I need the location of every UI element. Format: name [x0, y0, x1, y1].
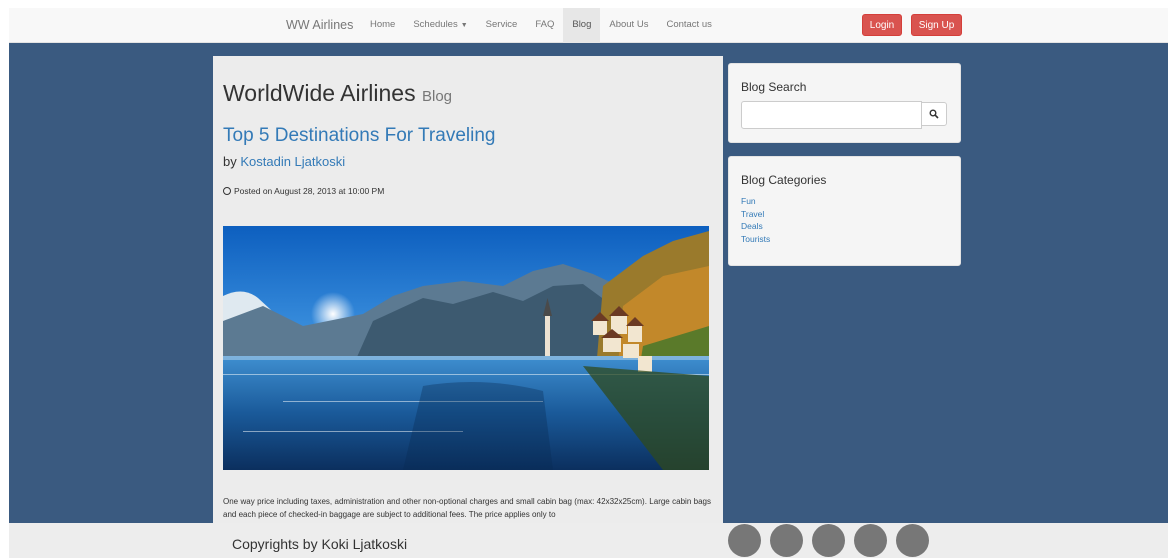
top-navbar: WW Airlines Home Schedules ▼ Service FAQ … — [9, 8, 1168, 43]
nav-item-schedules[interactable]: Schedules ▼ — [404, 8, 476, 43]
category-list: Fun Travel Deals Tourists — [741, 195, 770, 245]
search-button[interactable] — [921, 102, 947, 126]
copyright-text: Copyrights by Koki Ljatkoski — [232, 536, 408, 552]
nav-item-contact-us[interactable]: Contact us — [657, 8, 720, 43]
login-button[interactable]: Login — [862, 14, 902, 36]
blog-subtitle: Blog — [421, 88, 453, 105]
category-link-tourists[interactable]: Tourists — [741, 233, 770, 246]
category-link-fun[interactable]: Fun — [741, 195, 770, 208]
clock-icon — [223, 187, 231, 195]
byline-prefix: by — [223, 154, 237, 169]
blog-post-panel: WorldWide Airlines Blog Top 5 Destinatio… — [213, 56, 723, 523]
nav-item-label: FAQ — [535, 19, 555, 30]
sign-up-button[interactable]: Sign Up — [911, 14, 962, 36]
post-image-lake-village — [223, 226, 709, 470]
nav-item-label: Home — [370, 19, 396, 30]
nav-item-home[interactable]: Home — [361, 8, 404, 43]
post-date: Posted on August 28, 2013 at 10:00 PM — [223, 186, 384, 196]
post-excerpt: One way price including taxes, administr… — [223, 497, 711, 519]
nav-item-label: Contact us — [666, 19, 712, 30]
blog-search-input[interactable] — [741, 101, 922, 129]
category-link-deals[interactable]: Deals — [741, 220, 770, 233]
page-footer: Copyrights by Koki Ljatkoski — [9, 523, 1168, 558]
landscape-image — [223, 226, 709, 470]
nav-item-blog[interactable]: Blog — [563, 8, 601, 43]
nav-menu: Home Schedules ▼ Service FAQ Blog About U… — [361, 8, 721, 43]
nav-item-label: Blog — [572, 19, 592, 30]
social-icon-1[interactable] — [728, 524, 761, 557]
navbar-brand[interactable]: WW Airlines — [286, 18, 353, 32]
blog-categories-widget: Blog Categories Fun Travel Deals Tourist… — [728, 156, 961, 266]
blog-title-text: WorldWide Airlines — [223, 80, 416, 106]
post-title[interactable]: Top 5 Destinations For Traveling — [223, 125, 495, 147]
blog-search-widget: Blog Search — [728, 63, 961, 143]
nav-item-label: Schedules — [413, 19, 458, 30]
post-date-text: Posted on August 28, 2013 at 10:00 PM — [234, 186, 385, 196]
browser-viewport: WW Airlines Home Schedules ▼ Service FAQ … — [9, 8, 1168, 558]
social-icon-3[interactable] — [812, 524, 845, 557]
blog-search-title: Blog Search — [741, 80, 807, 94]
social-links — [728, 524, 938, 557]
nav-item-service[interactable]: Service — [477, 8, 527, 43]
nav-item-about-us[interactable]: About Us — [600, 8, 657, 43]
nav-item-label: Service — [485, 19, 518, 30]
caret-down-icon: ▼ — [460, 22, 468, 29]
category-link-travel[interactable]: Travel — [741, 208, 770, 221]
nav-item-faq[interactable]: FAQ — [526, 8, 563, 43]
author-link[interactable]: Kostadin Ljatkoski — [240, 154, 345, 169]
page-title: WorldWide Airlines Blog — [223, 80, 452, 107]
social-icon-4[interactable] — [854, 524, 887, 557]
blog-categories-title: Blog Categories — [741, 173, 827, 187]
search-icon — [929, 109, 939, 119]
social-icon-5[interactable] — [896, 524, 929, 557]
nav-item-label: About Us — [609, 19, 649, 30]
social-icon-2[interactable] — [770, 524, 803, 557]
post-byline: by Kostadin Ljatkoski — [223, 154, 345, 169]
